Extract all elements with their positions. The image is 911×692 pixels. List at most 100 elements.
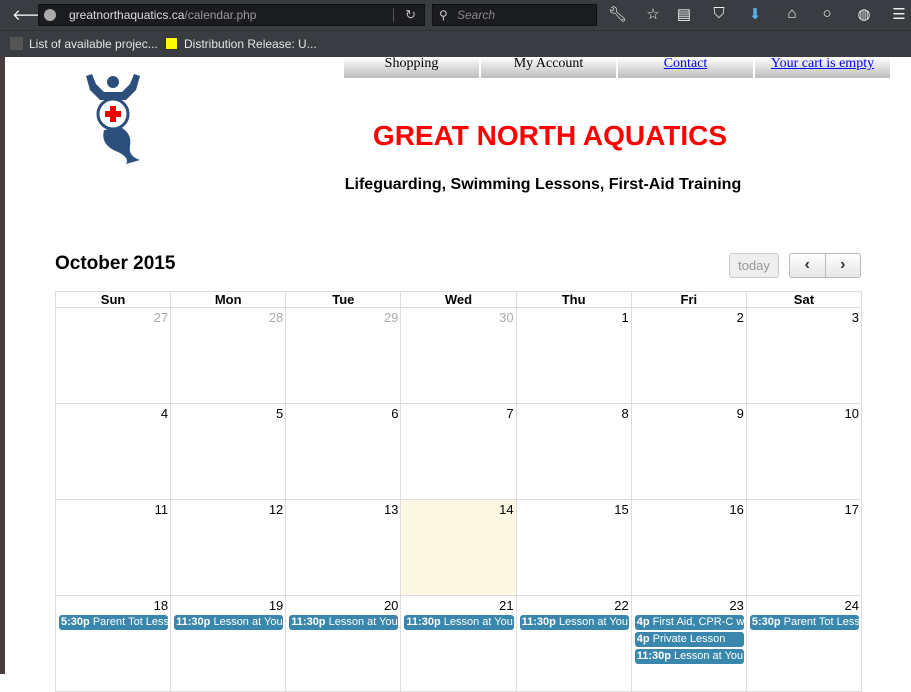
day-cell[interactable]: 17	[745, 499, 863, 596]
chat-icon[interactable]: ○	[818, 5, 836, 22]
day-number: 6	[391, 406, 399, 421]
day-cell[interactable]: 7	[400, 403, 517, 500]
nav-my-account[interactable]: My Account	[481, 57, 616, 78]
globe-addon-icon[interactable]: ◍	[855, 5, 873, 23]
day-number: 13	[383, 502, 399, 517]
calendar-event[interactable]: 5:30p Parent Tot Less	[59, 615, 169, 630]
day-number: 5	[276, 406, 284, 421]
event-title: Lesson at You	[558, 616, 628, 628]
star-icon[interactable]: ☆	[644, 5, 662, 23]
day-number: 20	[383, 598, 399, 613]
calendar-event[interactable]: 11:30p Lesson at You	[174, 615, 284, 630]
day-number: 9	[736, 406, 744, 421]
event-title: Lesson at You	[328, 616, 398, 628]
reading-list-icon[interactable]: ▤	[675, 5, 693, 23]
prev-button[interactable]: ‹	[790, 254, 826, 277]
event-time: 11:30p	[521, 616, 556, 628]
day-number: 18	[153, 598, 169, 613]
day-number: 14	[499, 502, 514, 517]
day-cell[interactable]: 27	[54, 307, 172, 404]
calendar-event[interactable]: 4p First Aid, CPR-C w	[634, 615, 744, 630]
day-cell[interactable]: 3	[745, 307, 863, 404]
top-nav: Shopping My Account Contact Your cart is…	[344, 57, 892, 78]
search-icon: ⚲	[439, 8, 448, 22]
day-cell[interactable]: 15	[515, 499, 632, 596]
wrench-icon[interactable]: 🔧︎	[608, 5, 627, 23]
nav-cart[interactable]: Your cart is empty	[755, 57, 890, 78]
search-input[interactable]: ⚲ Search	[432, 4, 597, 26]
calendar-event[interactable]: 11:30p Lesson at You	[634, 649, 744, 664]
day-cell[interactable]: 2	[630, 307, 747, 404]
bookmarks-bar: List of available projec... Distribution…	[0, 30, 911, 57]
calendar-month-title: October 2015	[55, 253, 176, 274]
day-cell[interactable]: 29	[285, 307, 402, 404]
nav-contact[interactable]: Contact	[618, 57, 753, 78]
day-header: Thu	[515, 291, 632, 308]
day-cell[interactable]: 21 11:30p Lesson at You	[400, 595, 517, 692]
menu-icon[interactable]: ☰	[890, 5, 908, 23]
event-time: 11:30p	[291, 616, 326, 628]
day-cell[interactable]: 12	[170, 499, 287, 596]
event-time: 11:30p	[406, 616, 441, 628]
day-number: 19	[268, 598, 284, 613]
day-cell[interactable]: 14	[400, 499, 517, 596]
day-cell[interactable]: 9	[630, 403, 747, 500]
event-title: Private Lesson	[652, 633, 726, 645]
day-number: 3	[851, 310, 859, 325]
day-cell[interactable]: 18 5:30p Parent Tot Less	[54, 595, 172, 692]
search-placeholder: Search	[457, 8, 496, 22]
pocket-icon[interactable]: ⛉	[710, 5, 728, 22]
calendar-event[interactable]: 5:30p Parent Tot Less	[749, 615, 859, 630]
event-title: Lesson at You	[674, 650, 744, 662]
day-cell[interactable]: 11	[54, 499, 172, 596]
day-cell[interactable]: 23 4p First Aid, CPR-C w 4p Private Lesson…	[630, 595, 747, 692]
day-cell[interactable]: 30	[400, 307, 517, 404]
day-cell[interactable]: 13	[285, 499, 402, 596]
day-header: Fri	[630, 291, 747, 308]
event-title: Lesson at You	[213, 616, 283, 628]
day-number: 15	[614, 502, 629, 517]
day-cell[interactable]: 19 11:30p Lesson at You	[170, 595, 287, 692]
day-cell[interactable]: 28	[170, 307, 287, 404]
calendar-event[interactable]: 11:30p Lesson at You	[289, 615, 399, 630]
globe-icon	[44, 9, 56, 21]
day-number: 21	[499, 598, 514, 613]
logo-merman-icon	[86, 74, 140, 164]
today-button[interactable]: today	[729, 253, 779, 278]
download-icon[interactable]: ⬇	[746, 5, 764, 23]
reload-icon[interactable]: ↻	[405, 5, 416, 25]
day-cell[interactable]: 1	[515, 307, 632, 404]
day-cell[interactable]: 5	[170, 403, 287, 500]
url-path: /calendar.php	[184, 8, 257, 22]
bookmark[interactable]: List of available projec...	[10, 37, 158, 51]
day-cell[interactable]: 8	[515, 403, 632, 500]
day-number: 4	[160, 406, 169, 421]
nav-shopping[interactable]: Shopping	[344, 57, 479, 78]
day-cell[interactable]: 16	[630, 499, 747, 596]
week-row: 4 5 6 7 8 9 10	[54, 403, 863, 500]
day-number: 22	[614, 598, 629, 613]
day-number: 2	[736, 310, 744, 325]
day-cell[interactable]: 20 11:30p Lesson at You	[285, 595, 402, 692]
calendar-event[interactable]: 11:30p Lesson at You	[519, 615, 629, 630]
day-number: 23	[729, 598, 744, 613]
page-icon	[10, 37, 23, 50]
address-bar[interactable]: greatnorthaquatics.ca/calendar.php ↻	[38, 4, 425, 26]
day-number: 27	[153, 310, 169, 325]
calendar-event[interactable]: 4p Private Lesson	[634, 632, 744, 647]
day-header: Sun	[54, 291, 172, 308]
day-number: 8	[621, 406, 629, 421]
day-number: 10	[844, 406, 859, 421]
day-number: 29	[383, 310, 399, 325]
next-button[interactable]: ›	[826, 254, 861, 277]
bookmark[interactable]: Distribution Release: U...	[165, 37, 317, 51]
home-icon[interactable]: ⌂	[783, 5, 801, 22]
day-cell[interactable]: 22 11:30p Lesson at You	[515, 595, 632, 692]
day-cell[interactable]: 10	[745, 403, 863, 500]
event-title: Parent Tot Less	[92, 616, 169, 628]
calendar-event[interactable]: 11:30p Lesson at You	[404, 615, 514, 630]
day-cell[interactable]: 24 5:30p Parent Tot Less	[745, 595, 863, 692]
day-cell[interactable]: 6	[285, 403, 402, 500]
day-cell[interactable]: 4	[54, 403, 172, 500]
event-time: 11:30p	[176, 616, 211, 628]
